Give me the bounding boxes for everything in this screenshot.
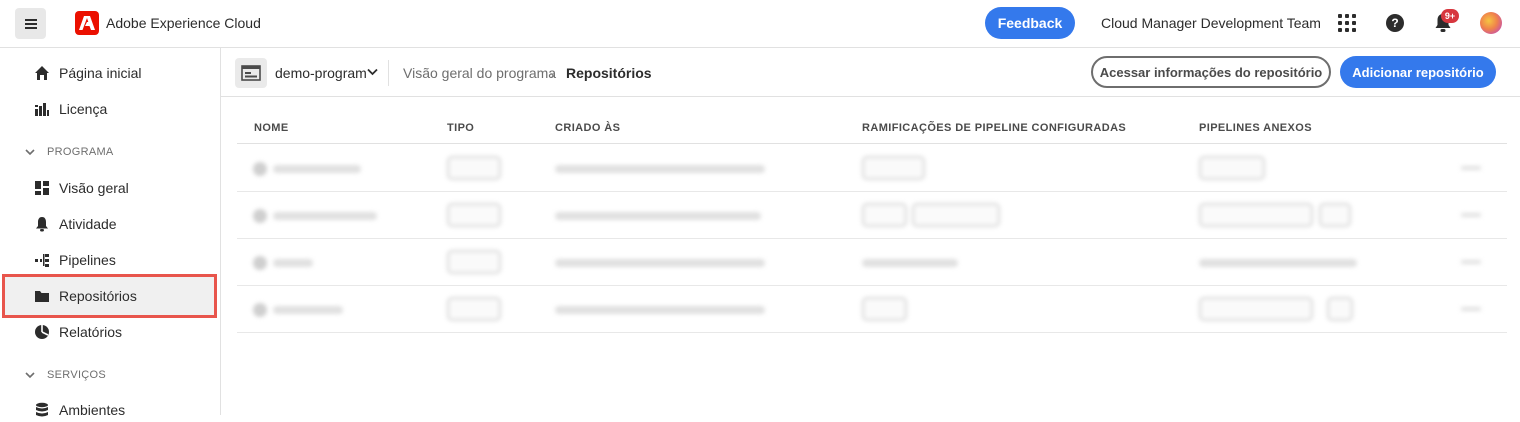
pipeline-count-tag	[1327, 297, 1353, 321]
redacted-text	[1199, 259, 1357, 267]
redacted-text	[555, 259, 765, 267]
pipeline-count-tag	[1319, 203, 1351, 227]
add-repository-button[interactable]: Adicionar repositório	[1340, 56, 1496, 88]
type-tag	[447, 297, 501, 321]
chevron-right-icon: ›	[550, 68, 554, 82]
sidebar-item-license[interactable]: Licença	[33, 97, 107, 121]
branch-tag	[912, 203, 1000, 227]
section-programa[interactable]: PROGRAMA	[25, 146, 114, 158]
program-selector[interactable]: demo-program	[275, 65, 367, 81]
hamburger-menu-button[interactable]	[15, 8, 46, 39]
sidebar-item-label: Página inicial	[59, 65, 142, 81]
repo-icon	[253, 256, 267, 270]
redacted-text	[273, 259, 313, 267]
bell-icon	[33, 215, 51, 233]
table-row[interactable]	[237, 192, 1507, 239]
notification-badge: 9+	[1441, 9, 1459, 23]
redacted-text	[555, 165, 765, 173]
sidebar-item-pipelines[interactable]: Pipelines	[33, 248, 116, 272]
redacted-text	[273, 212, 377, 220]
sidebar-item-overview[interactable]: Visão geral	[33, 176, 129, 200]
sidebar-item-label: Ambientes	[59, 402, 126, 418]
more-actions-icon[interactable]	[1461, 260, 1481, 264]
chevron-down-icon	[25, 372, 35, 379]
branch-tag	[862, 297, 907, 321]
sidebar-item-activity[interactable]: Atividade	[33, 212, 117, 236]
sidebar-item-home[interactable]: Página inicial	[33, 61, 142, 85]
license-icon	[33, 100, 51, 118]
pipeline-icon	[33, 251, 51, 269]
top-bar: Adobe Experience Cloud Feedback Cloud Ma…	[0, 0, 1520, 48]
sidebar-item-label: Atividade	[59, 216, 117, 232]
folder-icon	[33, 287, 51, 305]
column-header-created[interactable]: CRIADO ÀS	[555, 122, 620, 134]
section-servicos[interactable]: SERVIÇOS	[25, 369, 106, 381]
column-header-name[interactable]: NOME	[254, 122, 289, 134]
branch-tag	[862, 156, 925, 180]
home-icon	[33, 64, 51, 82]
program-icon[interactable]	[235, 58, 267, 88]
sidebar-item-repositories[interactable]: Repositórios	[33, 284, 137, 308]
menu-icon	[24, 18, 37, 29]
sidebar-item-label: Pipelines	[59, 252, 116, 268]
database-icon	[33, 401, 51, 419]
overview-icon	[33, 179, 51, 197]
adobe-logo-icon[interactable]	[75, 11, 99, 35]
sidebar-item-environments[interactable]: Ambientes	[33, 398, 125, 422]
repo-info-button[interactable]: Acessar informações do repositório	[1091, 56, 1331, 88]
column-header-pipeline-branches[interactable]: RAMIFICAÇÕES DE PIPELINE CONFIGURADAS	[862, 122, 1126, 134]
column-header-type[interactable]: TIPO	[447, 122, 474, 134]
divider	[388, 60, 389, 86]
table-row[interactable]	[237, 239, 1507, 286]
help-icon[interactable]: ?	[1386, 14, 1404, 32]
more-actions-icon[interactable]	[1461, 213, 1481, 217]
breadcrumb-current: Repositórios	[566, 65, 652, 81]
table-header: NOME TIPO CRIADO ÀS RAMIFICAÇÕES DE PIPE…	[237, 110, 1507, 144]
sidebar-item-label: Repositórios	[59, 288, 137, 304]
sidebar: Página inicial Licença PROGRAMA Visão ge…	[0, 48, 221, 418]
repo-icon	[253, 303, 267, 317]
more-actions-icon[interactable]	[1461, 307, 1481, 311]
section-label: SERVIÇOS	[47, 369, 107, 381]
repo-icon	[253, 162, 267, 176]
more-actions-icon[interactable]	[1461, 166, 1481, 170]
table-row[interactable]	[237, 286, 1507, 333]
pie-chart-icon	[33, 323, 51, 341]
pipeline-tag	[1199, 156, 1265, 180]
repo-icon	[253, 209, 267, 223]
org-switcher[interactable]: Cloud Manager Development Team	[1101, 15, 1321, 31]
sidebar-item-reports[interactable]: Relatórios	[33, 320, 122, 344]
apps-grid-icon[interactable]	[1338, 14, 1356, 32]
feedback-button[interactable]: Feedback	[985, 7, 1075, 39]
section-label: PROGRAMA	[47, 146, 114, 158]
redacted-text	[862, 259, 958, 267]
chevron-down-icon	[25, 149, 35, 156]
chevron-down-icon[interactable]	[367, 68, 378, 76]
user-avatar[interactable]	[1480, 12, 1502, 34]
breadcrumb-bar: demo-program Visão geral do programa › R…	[221, 48, 1520, 97]
redacted-text	[555, 306, 765, 314]
breadcrumb-program-overview[interactable]: Visão geral do programa	[403, 65, 556, 81]
redacted-text	[555, 212, 761, 220]
sidebar-item-label: Visão geral	[59, 180, 129, 196]
app-title[interactable]: Adobe Experience Cloud	[106, 15, 261, 31]
sidebar-item-label: Relatórios	[59, 324, 123, 340]
pipeline-tag	[1199, 297, 1313, 321]
table-row[interactable]	[237, 145, 1507, 192]
pipeline-tag	[1199, 203, 1313, 227]
redacted-text	[273, 306, 343, 314]
branch-tag	[862, 203, 907, 227]
type-tag	[447, 156, 501, 180]
type-tag	[447, 250, 501, 274]
column-header-attached-pipelines[interactable]: PIPELINES ANEXOS	[1199, 122, 1312, 134]
sidebar-item-label: Licença	[59, 101, 108, 117]
redacted-text	[273, 165, 361, 173]
type-tag	[447, 203, 501, 227]
